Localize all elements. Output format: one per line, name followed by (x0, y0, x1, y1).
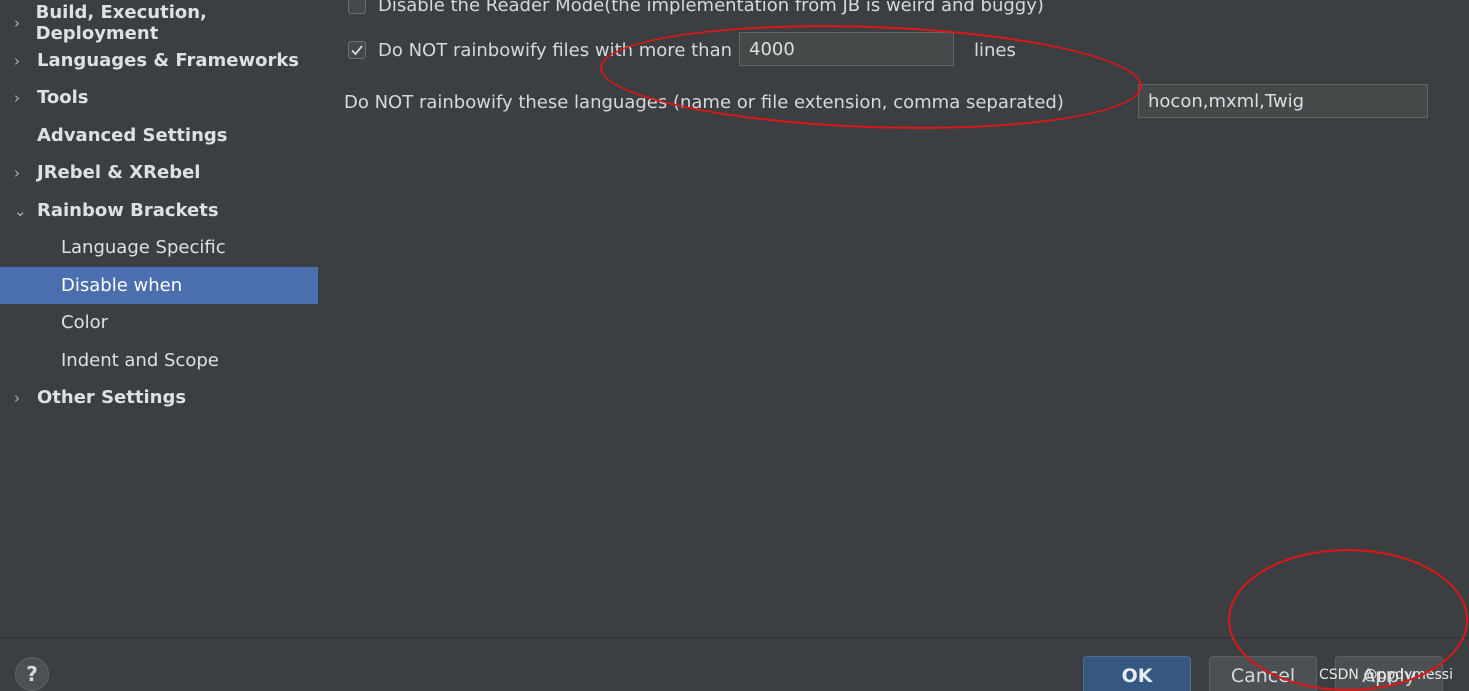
tree-item-tools[interactable]: › Tools (0, 79, 318, 116)
tree-item-disable-when[interactable]: Disable when (0, 267, 318, 304)
tree-item-label: JRebel & XRebel (37, 162, 201, 183)
tree-item-build-execution-deployment[interactable]: › Build, Execution, Deployment (0, 1, 318, 44)
tree-item-label: Disable when (61, 275, 183, 296)
tree-item-rainbow-brackets[interactable]: ⌄ Rainbow Brackets (0, 192, 318, 229)
tree-item-advanced-settings[interactable]: Advanced Settings (0, 117, 318, 154)
dialog-footer: ? OK Cancel Apply CSDN @ppdymessi (0, 637, 1469, 691)
tree-item-label: Build, Execution, Deployment (35, 1, 207, 44)
chevron-right-icon[interactable]: › (14, 14, 36, 32)
tree-item-label: Indent and Scope (61, 350, 219, 371)
tree-item-languages-frameworks[interactable]: › Languages & Frameworks (0, 42, 318, 79)
max-lines-row: Do NOT rainbowify files with more than (348, 36, 732, 64)
lines-suffix-label: lines (974, 39, 1016, 61)
tree-item-label: Languages & Frameworks (37, 50, 300, 71)
checkmark-icon (351, 45, 363, 56)
tree-item-label: Language Specific (61, 237, 226, 258)
chevron-right-icon[interactable]: › (14, 164, 37, 182)
tree-item-label: Rainbow Brackets (37, 200, 219, 221)
tree-item-label: Advanced Settings (37, 125, 228, 146)
ok-button[interactable]: OK (1083, 656, 1191, 691)
languages-row: Do NOT rainbowify these languages (name … (344, 88, 1064, 116)
tree-item-label: Other Settings (37, 387, 187, 408)
max-lines-label: Do NOT rainbowify files with more than (378, 39, 733, 61)
reader-mode-label: Disable the Reader Mode(the implementati… (378, 0, 1044, 16)
settings-panel: Disable the Reader Mode(the implementati… (318, 0, 1469, 637)
lines-suffix-row: lines (974, 36, 1016, 64)
max-lines-input[interactable] (739, 32, 954, 66)
tree-item-language-specific[interactable]: Language Specific (0, 229, 318, 266)
settings-dialog: › Build, Execution, Deployment › Languag… (0, 0, 1469, 691)
tree-item-label: Tools (37, 87, 89, 108)
tree-item-indent-and-scope[interactable]: Indent and Scope (0, 342, 318, 379)
reader-mode-row: Disable the Reader Mode(the implementati… (348, 0, 1044, 18)
tree-item-other-settings[interactable]: › Other Settings (0, 379, 318, 416)
languages-label: Do NOT rainbowify these languages (name … (344, 91, 1064, 113)
max-lines-checkbox[interactable] (348, 41, 366, 59)
watermark-label: CSDN @ppdymessi (1318, 667, 1453, 683)
settings-tree: › Build, Execution, Deployment › Languag… (0, 0, 318, 637)
tree-item-color[interactable]: Color (0, 304, 318, 341)
chevron-down-icon[interactable]: ⌄ (14, 202, 37, 220)
chevron-right-icon[interactable]: › (14, 389, 37, 407)
tree-item-label: Color (61, 312, 108, 333)
languages-input[interactable] (1138, 84, 1428, 118)
cancel-button[interactable]: Cancel (1209, 656, 1317, 691)
tree-item-jrebel-xrebel[interactable]: › JRebel & XRebel (0, 154, 318, 191)
chevron-right-icon[interactable]: › (14, 52, 37, 70)
reader-mode-checkbox[interactable] (348, 0, 366, 14)
help-button[interactable]: ? (15, 657, 49, 691)
chevron-right-icon[interactable]: › (14, 89, 37, 107)
